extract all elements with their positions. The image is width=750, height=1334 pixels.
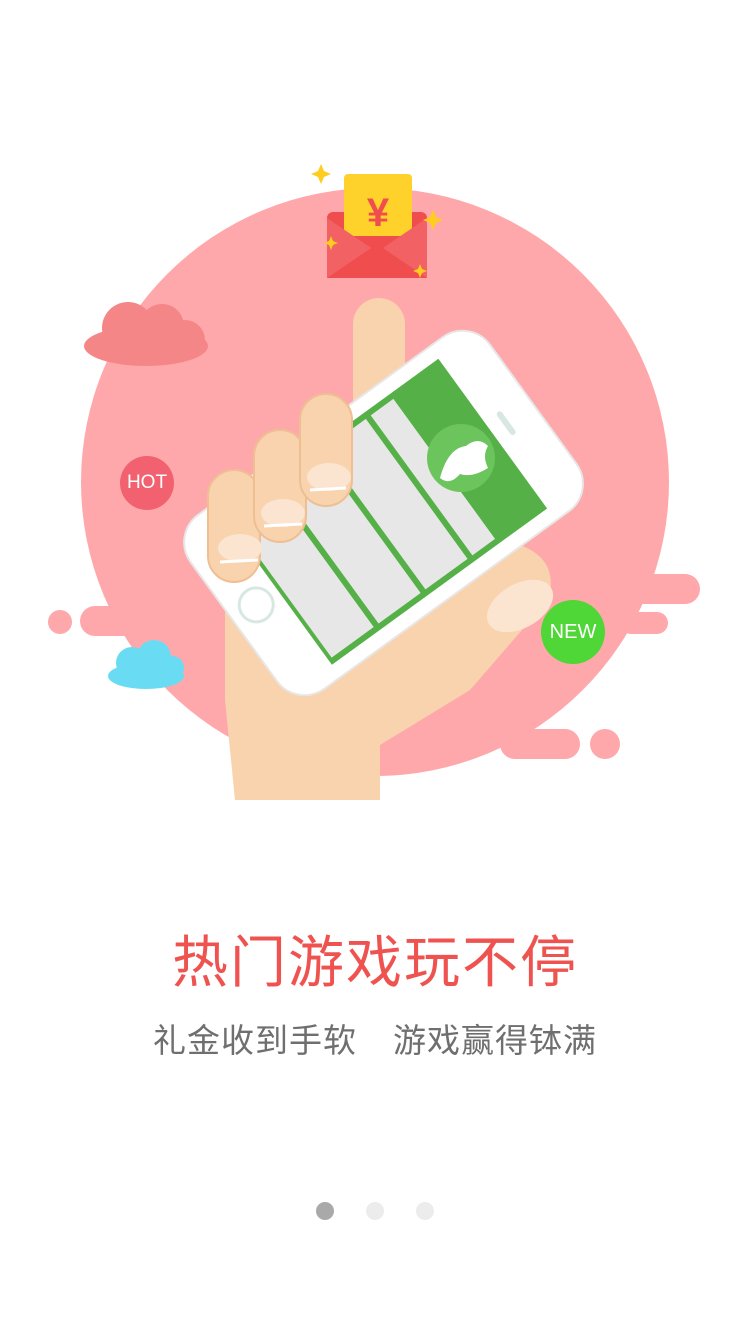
subline-part-1: 礼金收到手软 [153, 1021, 357, 1060]
hot-badge: HOT [120, 456, 174, 510]
page-dot[interactable] [366, 1202, 384, 1220]
hero-illustration: ¥ HOT NEW [0, 0, 750, 800]
page-dot[interactable] [416, 1202, 434, 1220]
page-indicator [0, 1202, 750, 1220]
page-dot[interactable] [316, 1202, 334, 1220]
subline: 礼金收到手软 游戏赢得钵满 [0, 1014, 750, 1062]
hand-phone-illustration: ¥ [48, 164, 700, 800]
headline: 热门游戏玩不停 [172, 931, 578, 996]
yuan-symbol: ¥ [367, 191, 390, 235]
subline-part-2: 游戏赢得钵满 [393, 1021, 597, 1060]
new-badge: NEW [541, 600, 605, 664]
